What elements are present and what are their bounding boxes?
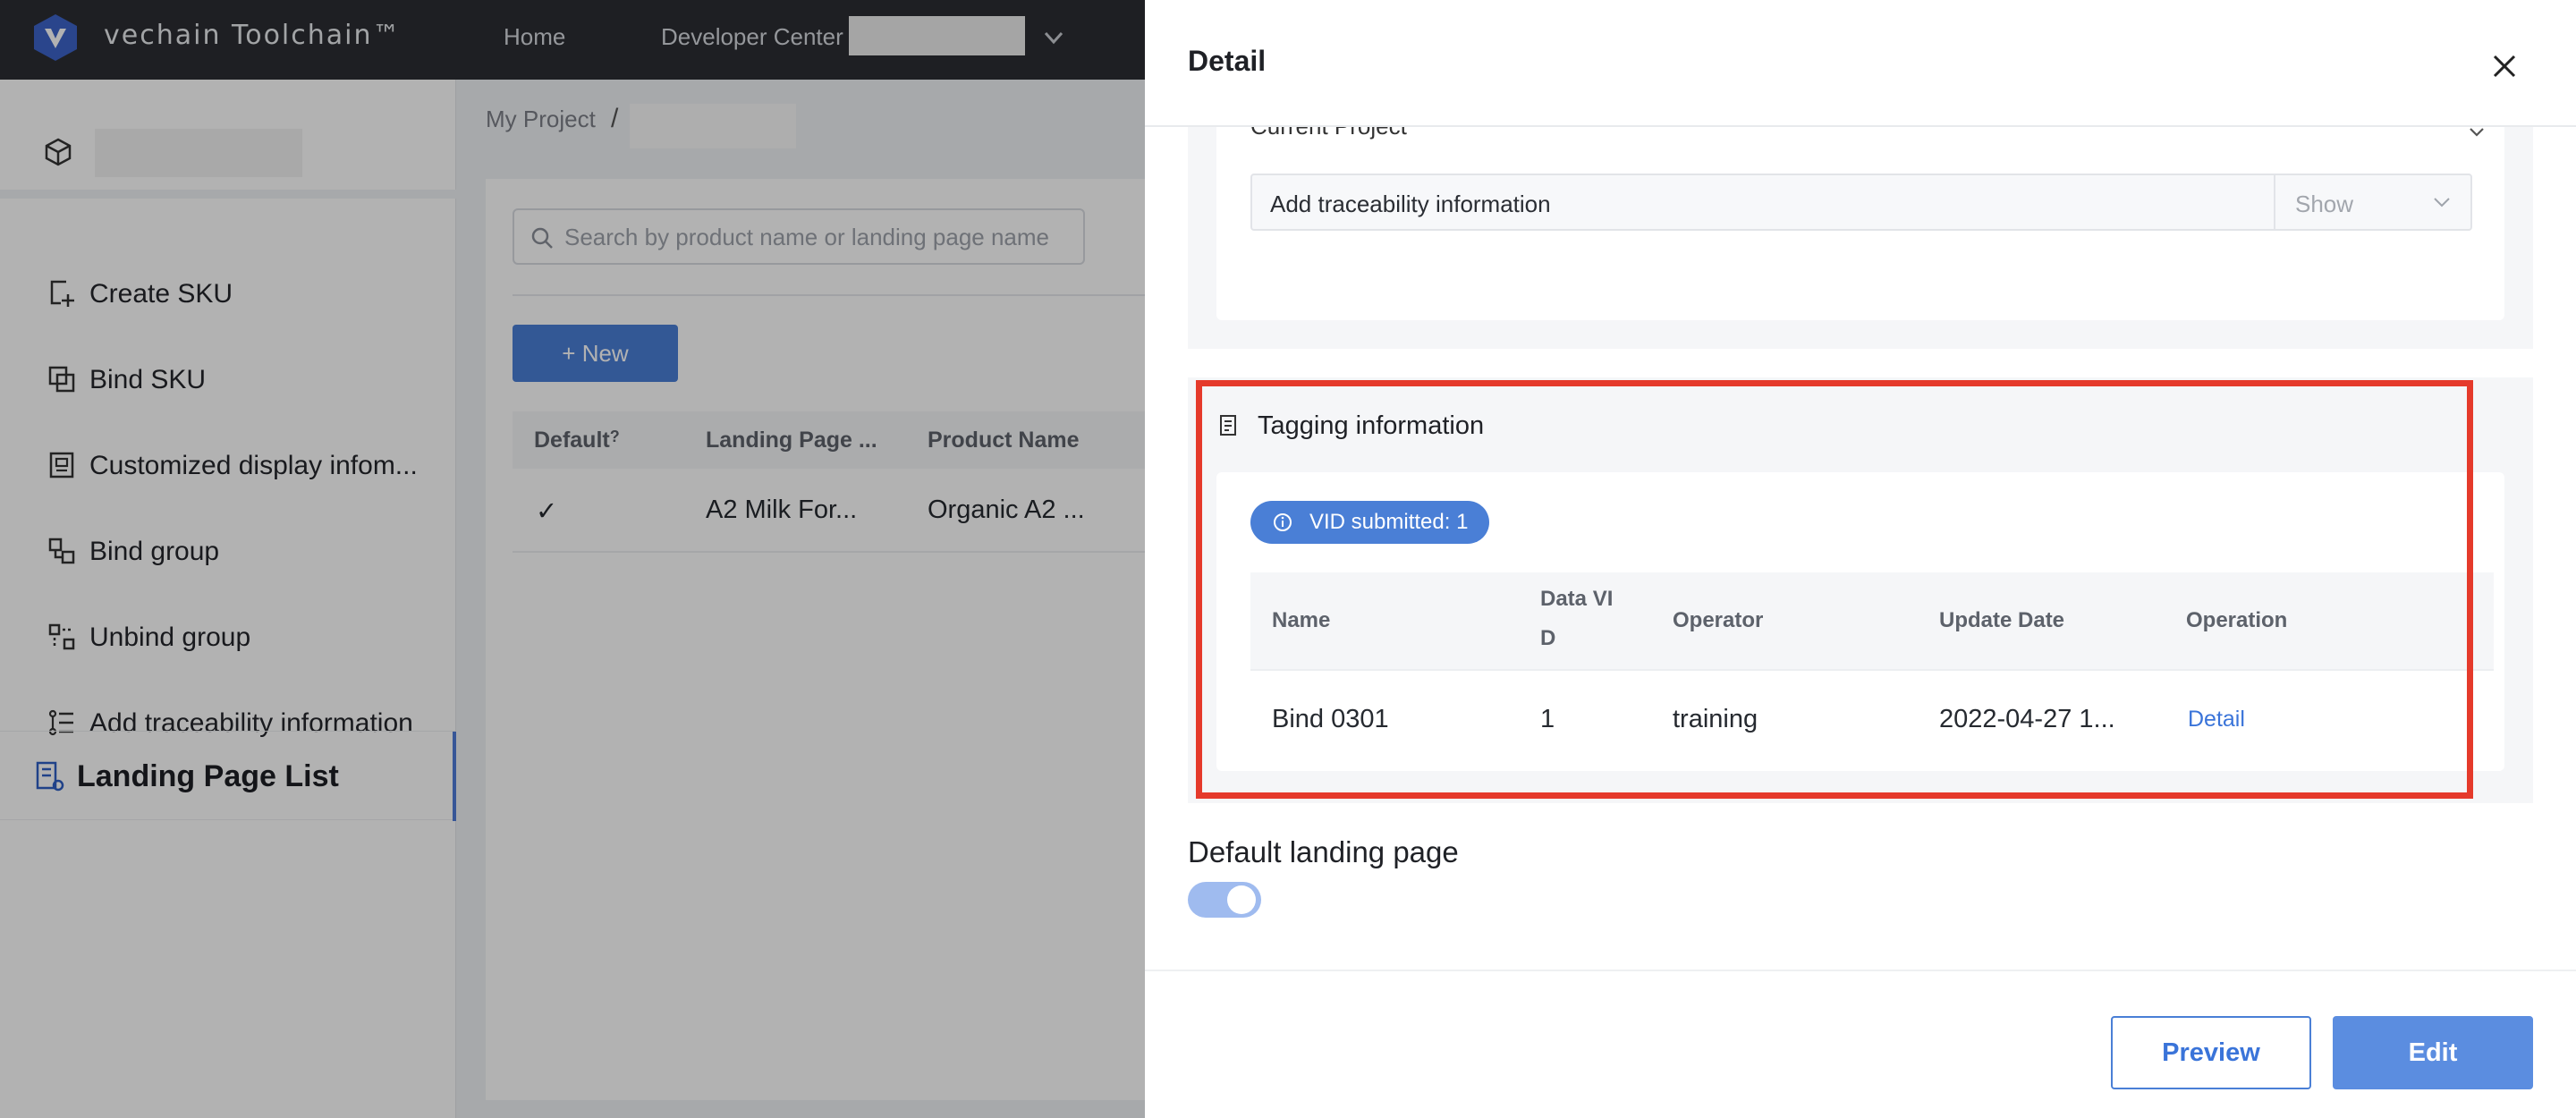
current-project-section: Current Project Add traceability informa…	[1188, 89, 2533, 349]
drawer-title: Detail	[1188, 45, 1267, 77]
chevron-down-icon	[2434, 198, 2450, 208]
modal-overlay[interactable]	[0, 0, 1145, 1118]
traceability-row: Add traceability information Show	[1250, 174, 2472, 231]
close-icon[interactable]	[2488, 50, 2521, 82]
traceability-label: Add traceability information	[1270, 191, 1551, 217]
preview-button[interactable]: Preview	[2111, 1016, 2311, 1089]
default-landing-page-label: Default landing page	[1188, 835, 1459, 868]
edit-button[interactable]: Edit	[2333, 1016, 2533, 1089]
default-landing-page-toggle[interactable]	[1188, 882, 1261, 918]
drawer-header: Detail	[1145, 0, 2576, 127]
traceability-select[interactable]: Show	[2274, 175, 2472, 229]
highlight-annotation-box	[1196, 380, 2473, 799]
toggle-knob	[1227, 885, 1256, 914]
drawer-footer: Preview Edit	[1145, 970, 2576, 1118]
traceability-select-value: Show	[2295, 191, 2354, 217]
